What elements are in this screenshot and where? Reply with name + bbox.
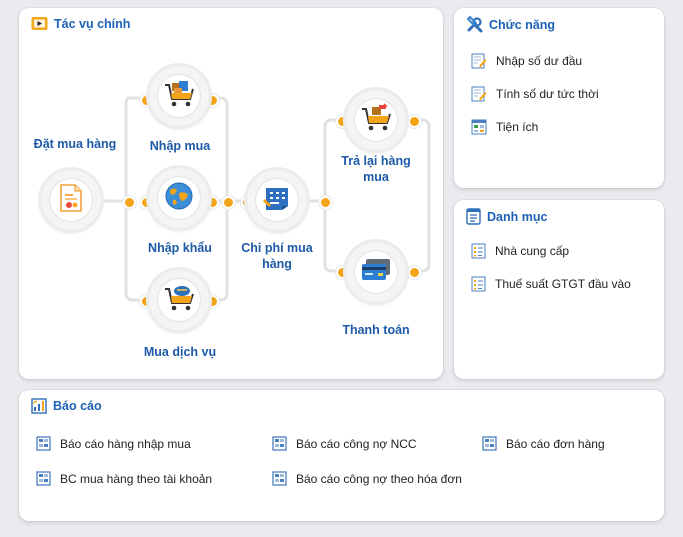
shopping-cart-boxes-icon — [163, 79, 195, 114]
connector-dot — [408, 266, 421, 279]
payment-node[interactable] — [346, 242, 406, 302]
functions-title-text: Chức năng — [489, 17, 555, 32]
catalog-item-suppliers[interactable]: Nhà cung cấp — [471, 243, 569, 259]
report-item-orders[interactable]: Báo cáo đơn hàng — [482, 436, 605, 451]
purchase-order-label[interactable]: Đặt mua hàng — [26, 136, 124, 152]
payment-label[interactable]: Thanh toán — [333, 322, 419, 338]
catalog-item-label: Nhà cung cấp — [495, 244, 570, 258]
report-item-supplier-debt[interactable]: Báo cáo công nợ NCC — [272, 436, 417, 451]
report-item-label: Báo cáo công nợ NCC — [296, 436, 417, 451]
connector-dot — [319, 196, 332, 209]
list-book-icon — [466, 208, 481, 225]
cost-sheet-icon — [262, 184, 292, 217]
return-cart-icon — [360, 102, 392, 138]
main-tasks-panel: Tác vụ chính Đặt mua hàng Nhập mua Nhập … — [19, 8, 443, 379]
catalog-title-text: Danh mục — [487, 209, 548, 224]
report-item-label: Báo cáo hàng nhập mua — [60, 436, 191, 451]
credit-card-icon — [360, 257, 392, 288]
report-sheet-icon — [36, 471, 51, 486]
reports-panel: Báo cáo Báo cáo hàng nhập mua Báo cáo cô… — [19, 390, 664, 521]
purchase-import-node[interactable] — [149, 66, 209, 126]
catalog-panel: Danh mục Nhà cung cấp Thuế suất GTGT đầu… — [454, 200, 664, 379]
function-item-opening-balance[interactable]: Nhập số dư đầu — [471, 53, 582, 69]
report-sheet-icon — [272, 436, 287, 451]
purchase-cost-label[interactable]: Chi phí mua hàng — [241, 240, 313, 272]
purchase-return-node[interactable] — [346, 90, 406, 150]
function-item-label: Tiện ích — [496, 120, 539, 134]
report-item-purchase-by-account[interactable]: BC mua hàng theo tài khoản — [36, 471, 212, 486]
edit-note-icon — [471, 86, 487, 102]
catalog-item-label: Thuế suất GTGT đầu vào — [495, 277, 631, 291]
report-item-purchase-goods[interactable]: Báo cáo hàng nhập mua — [36, 436, 191, 451]
purchase-import-label[interactable]: Nhập mua — [135, 138, 225, 154]
report-item-label: BC mua hàng theo tài khoản — [60, 471, 213, 486]
purchase-return-label[interactable]: Trả lại hàng mua — [333, 153, 419, 185]
catalog-item-input-vat[interactable]: Thuế suất GTGT đầu vào — [471, 276, 631, 292]
globe-icon — [164, 181, 194, 216]
list-icon — [471, 276, 486, 292]
report-item-label: Báo cáo đơn hàng — [506, 436, 605, 451]
functions-title: Chức năng — [466, 16, 555, 33]
report-item-debt-by-invoice[interactable]: Báo cáo công nợ theo hóa đơn — [272, 471, 462, 486]
utility-grid-icon — [471, 119, 487, 135]
catalog-title: Danh mục — [466, 208, 547, 225]
report-sheet-icon — [272, 471, 287, 486]
reports-title: Báo cáo — [31, 398, 102, 414]
reports-title-text: Báo cáo — [53, 399, 102, 413]
import-label[interactable]: Nhập khẩu — [135, 240, 225, 256]
import-node[interactable] — [149, 168, 209, 228]
service-purchase-label[interactable]: Mua dịch vụ — [135, 344, 225, 360]
function-item-label: Nhập số dư đầu — [496, 54, 583, 68]
report-sheet-icon — [482, 436, 497, 451]
report-chart-icon — [31, 398, 47, 414]
report-item-label: Báo cáo công nợ theo hóa đơn — [296, 471, 462, 486]
functions-panel: Chức năng Nhập số dư đầu Tính số dư tức … — [454, 8, 664, 188]
edit-note-icon — [471, 53, 487, 69]
connector-dot — [123, 196, 136, 209]
purchase-cost-node[interactable] — [247, 170, 307, 230]
document-icon — [58, 183, 84, 218]
connector-dot — [408, 115, 421, 128]
function-item-label: Tính số dư tức thời — [496, 87, 599, 101]
connector-dot — [222, 196, 235, 209]
report-sheet-icon — [36, 436, 51, 451]
function-item-instant-balance[interactable]: Tính số dư tức thời — [471, 86, 599, 102]
shopping-cart-service-icon — [163, 283, 195, 318]
service-purchase-node[interactable] — [149, 270, 209, 330]
function-item-utilities[interactable]: Tiện ích — [471, 119, 538, 135]
tools-icon — [466, 16, 483, 33]
list-icon — [471, 243, 486, 259]
purchase-order-node[interactable] — [41, 170, 101, 230]
